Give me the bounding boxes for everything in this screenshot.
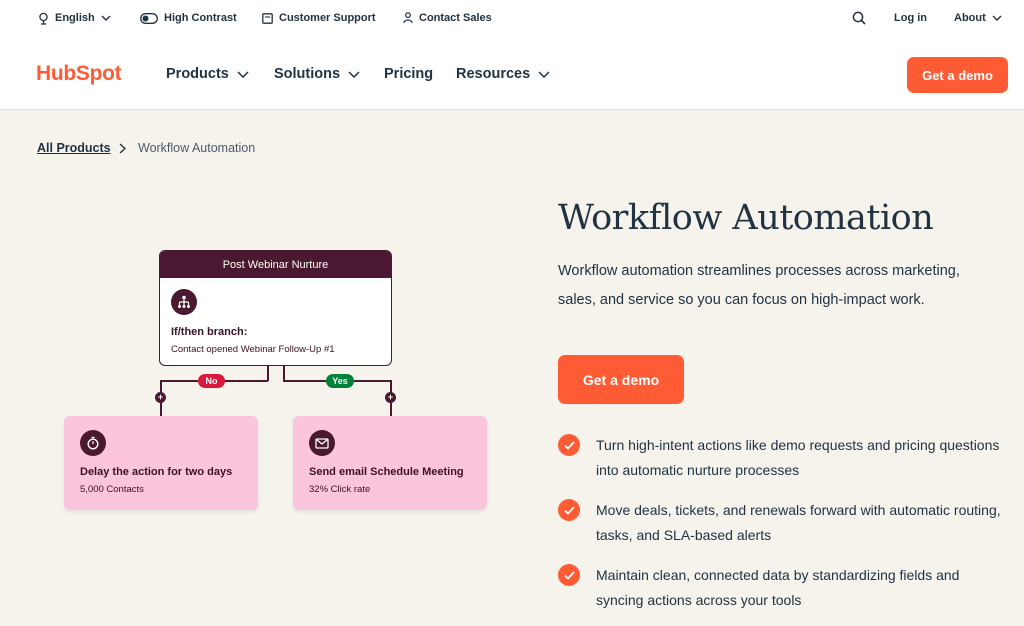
customer-support-link[interactable]: Customer Support bbox=[262, 10, 376, 26]
about-menu[interactable]: About bbox=[954, 10, 1002, 26]
breadcrumb-current: Workflow Automation bbox=[138, 141, 256, 155]
check-icon bbox=[558, 499, 580, 521]
delay-action-subtitle: 5,000 Contacts bbox=[80, 484, 144, 495]
connector-line bbox=[267, 366, 269, 381]
branch-condition: Contact opened Webinar Follow-Up #1 bbox=[171, 344, 335, 355]
delay-action-card: Delay the action for two days 5,000 Cont… bbox=[64, 416, 258, 510]
nav-item-solutions[interactable]: Solutions bbox=[274, 66, 360, 82]
globe-icon bbox=[39, 12, 48, 25]
hero-get-demo-button[interactable]: Get a demo bbox=[558, 355, 684, 404]
person-icon bbox=[403, 12, 413, 24]
login-label: Log in bbox=[894, 12, 927, 24]
search-icon bbox=[852, 11, 866, 25]
high-contrast-label: High Contrast bbox=[164, 12, 237, 24]
nav-item-resources[interactable]: Resources bbox=[456, 66, 550, 82]
nav-get-demo-button[interactable]: Get a demo bbox=[907, 57, 1008, 93]
nav-item-label: Pricing bbox=[384, 66, 434, 82]
utility-bar: English High Contrast Customer Support C… bbox=[0, 0, 1024, 36]
customer-support-label: Customer Support bbox=[279, 12, 376, 24]
chevron-down-icon bbox=[992, 15, 1002, 21]
language-label: English bbox=[55, 12, 95, 24]
breadcrumb-separator bbox=[119, 141, 127, 157]
nav-item-label: Products bbox=[166, 66, 229, 82]
workflow-branch-card: Post Webinar Nurture If/then branch: Con… bbox=[159, 250, 392, 366]
add-step-icon: + bbox=[155, 392, 166, 403]
nav-item-label: Solutions bbox=[274, 66, 341, 82]
branch-title: If/then branch: bbox=[171, 326, 248, 338]
feature-bullet-text: Maintain clean, connected data by standa… bbox=[596, 567, 960, 608]
feature-bullet: Move deals, tickets, and renewals forwar… bbox=[558, 498, 1003, 548]
connector-line bbox=[283, 366, 285, 381]
email-icon bbox=[309, 430, 335, 456]
contact-sales-label: Contact Sales bbox=[419, 12, 492, 24]
nav-item-pricing[interactable]: Pricing bbox=[384, 66, 433, 82]
language-selector[interactable]: English bbox=[38, 10, 111, 26]
contrast-toggle-icon bbox=[140, 12, 158, 24]
high-contrast-toggle[interactable]: High Contrast bbox=[140, 10, 237, 26]
feature-bullet: Maintain clean, connected data by standa… bbox=[558, 563, 1003, 613]
hubspot-logo[interactable]: HubSpot bbox=[36, 62, 122, 86]
chevron-down-icon bbox=[237, 70, 249, 78]
yes-branch-badge: Yes bbox=[326, 374, 354, 388]
about-label: About bbox=[954, 12, 986, 24]
send-email-subtitle: 32% Click rate bbox=[309, 484, 371, 495]
chevron-right-icon bbox=[119, 143, 127, 154]
feature-bullet-text: Move deals, tickets, and renewals forwar… bbox=[596, 502, 1001, 543]
breadcrumb-all-products[interactable]: All Products bbox=[37, 141, 111, 155]
branch-icon bbox=[171, 289, 197, 315]
check-icon bbox=[558, 434, 580, 456]
chevron-down-icon bbox=[101, 15, 111, 21]
send-email-card: Send email Schedule Meeting 32% Click ra… bbox=[293, 416, 487, 510]
page-title: Workflow Automation bbox=[558, 198, 934, 238]
nav-item-label: Resources bbox=[456, 66, 531, 82]
main-navigation: HubSpot Products Solutions Pricing Resou… bbox=[0, 36, 1024, 110]
stopwatch-icon bbox=[80, 430, 106, 456]
chevron-down-icon bbox=[348, 70, 360, 78]
feature-bullet-text: Turn high-intent actions like demo reque… bbox=[596, 437, 1000, 478]
no-branch-badge: No bbox=[198, 374, 225, 388]
nav-item-products[interactable]: Products bbox=[166, 66, 249, 82]
send-email-title: Send email Schedule Meeting bbox=[309, 466, 464, 478]
contact-sales-link[interactable]: Contact Sales bbox=[403, 10, 492, 26]
hero-description: Workflow automation streamlines processe… bbox=[558, 263, 960, 308]
delay-action-title: Delay the action for two days bbox=[80, 466, 233, 478]
login-link[interactable]: Log in bbox=[894, 10, 927, 26]
check-icon bbox=[558, 564, 580, 586]
chevron-down-icon bbox=[538, 70, 550, 78]
add-step-icon: + bbox=[385, 392, 396, 403]
search-button[interactable] bbox=[852, 10, 872, 26]
support-icon bbox=[262, 12, 273, 24]
feature-bullet: Turn high-intent actions like demo reque… bbox=[558, 433, 1003, 483]
workflow-card-header: Post Webinar Nurture bbox=[160, 251, 391, 278]
